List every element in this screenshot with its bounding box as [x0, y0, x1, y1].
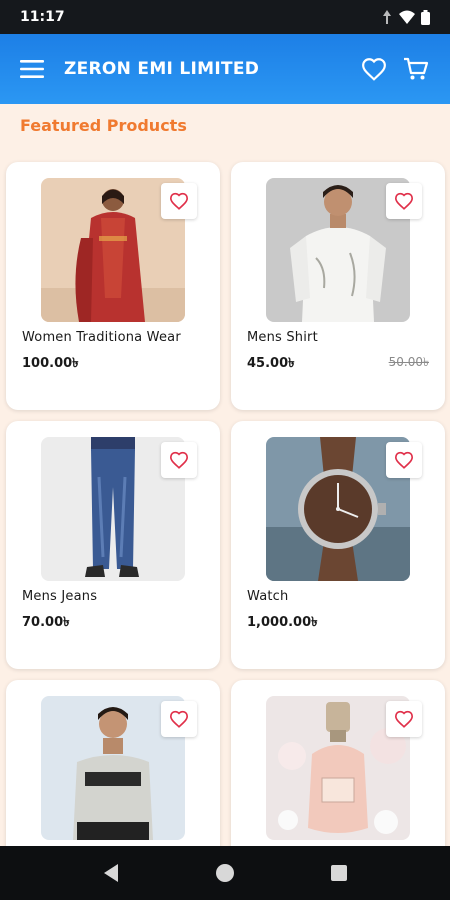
heart-outline-icon: [169, 192, 189, 210]
menu-button[interactable]: [20, 54, 50, 84]
app-title: ZERON EMI LIMITED: [64, 59, 260, 79]
section-title: Featured Products: [20, 116, 187, 135]
favorite-button[interactable]: [386, 183, 422, 219]
app-bar: ZERON EMI LIMITED: [0, 34, 450, 104]
signal-icon: [383, 10, 391, 24]
cart-button[interactable]: [402, 55, 430, 83]
product-grid: Women Traditiona Wear 100.00৳ Mens Shirt…: [6, 162, 446, 900]
favorite-button[interactable]: [161, 183, 197, 219]
home-button[interactable]: [211, 859, 239, 887]
back-button[interactable]: [97, 859, 125, 887]
heart-outline-icon: [169, 451, 189, 469]
recents-square-icon: [331, 865, 347, 881]
product-old-price: 50.00৳: [388, 355, 429, 369]
heart-outline-icon: [394, 710, 414, 728]
system-navigation-bar: [0, 846, 450, 900]
recents-button[interactable]: [325, 859, 353, 887]
home-circle-icon: [216, 864, 234, 882]
app-actions: [360, 55, 430, 83]
heart-outline-icon: [394, 451, 414, 469]
back-triangle-icon: [104, 864, 118, 882]
battery-icon: [421, 9, 430, 25]
favorite-button[interactable]: [386, 701, 422, 737]
product-card-mens-shirt[interactable]: Mens Shirt 45.00৳ 50.00৳: [231, 162, 445, 410]
product-name: Watch: [247, 589, 289, 604]
favorite-button[interactable]: [161, 442, 197, 478]
favorite-button[interactable]: [161, 701, 197, 737]
wishlist-button[interactable]: [360, 55, 388, 83]
wifi-icon: [399, 10, 415, 24]
cart-icon: [404, 57, 429, 80]
hamburger-menu-icon: [20, 60, 44, 78]
product-price: 45.00৳: [247, 356, 295, 371]
product-price: 100.00৳: [22, 356, 79, 371]
status-time: 11:17: [20, 9, 65, 25]
favorite-button[interactable]: [386, 442, 422, 478]
status-icons: [381, 9, 430, 25]
heart-outline-icon: [394, 192, 414, 210]
product-card-mens-jeans[interactable]: Mens Jeans 70.00৳: [6, 421, 220, 669]
product-card-traditional-wear[interactable]: Women Traditiona Wear 100.00৳: [6, 162, 220, 410]
product-name: Women Traditiona Wear: [22, 330, 181, 345]
status-bar: 11:17: [0, 0, 450, 34]
heart-outline-icon: [169, 710, 189, 728]
product-price: 70.00৳: [22, 615, 70, 630]
heart-outline-icon: [362, 58, 386, 81]
product-name: Mens Jeans: [22, 589, 98, 604]
product-card-watch[interactable]: Watch 1,000.00৳: [231, 421, 445, 669]
product-name: Mens Shirt: [247, 330, 318, 345]
product-price: 1,000.00৳: [247, 615, 318, 630]
